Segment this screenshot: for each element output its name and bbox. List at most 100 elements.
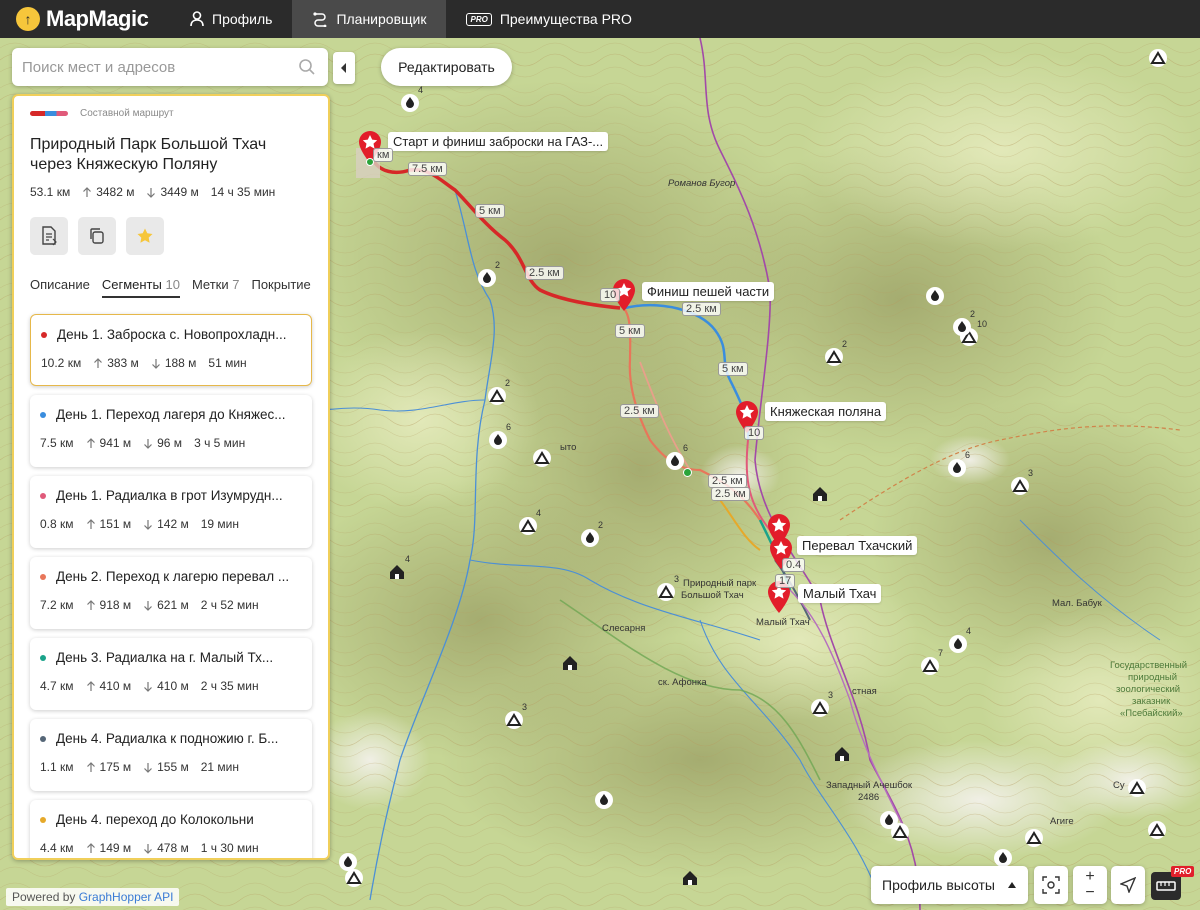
segment-duration: 51 мин [208, 356, 247, 370]
search-box[interactable] [12, 48, 328, 86]
water-poi-icon[interactable] [488, 430, 508, 450]
poi-count: 3 [674, 574, 680, 584]
segment-stats: 4.4 км 149 м 478 м 1 ч 30 мин [40, 841, 302, 855]
brand-logo[interactable]: ↑ MapMagic [0, 0, 170, 38]
tent-poi-icon[interactable] [1010, 476, 1030, 496]
segment-ascent: 383 м [93, 356, 139, 370]
graphhopper-link[interactable]: GraphHopper API [79, 890, 174, 904]
segment-descent: 188 м [151, 356, 196, 370]
arrow-down-icon [144, 600, 153, 611]
km-tag: 5 км [475, 204, 505, 218]
tab-description[interactable]: Описание [30, 277, 90, 298]
map-label-finish-walk[interactable]: Финиш пешей части [642, 282, 775, 301]
map-label-start[interactable]: Старт и финиш заброски на ГАЗ-... [388, 132, 609, 151]
route-title: Природный Парк Большой Тхач через Княжес… [30, 136, 267, 173]
segment-ascent: 175 м [86, 760, 131, 774]
water-poi-icon[interactable] [338, 852, 358, 872]
export-button[interactable] [30, 217, 68, 255]
house-poi-icon[interactable] [832, 744, 852, 764]
segment-card[interactable]: День 4. переход до Колокольни 4.4 км 149 м… [30, 800, 312, 858]
tab-segments[interactable]: Сегменты 10 [101, 277, 180, 298]
copy-button[interactable] [78, 217, 116, 255]
segment-distance: 0.8 км [40, 517, 74, 531]
search-icon[interactable] [298, 58, 316, 76]
map-label-pereval[interactable]: Перевал Тхачский [797, 536, 918, 555]
place-label: зоологический [1116, 684, 1181, 695]
water-poi-icon[interactable] [879, 810, 899, 830]
segment-descent: 96 м [143, 436, 182, 450]
house-poi-icon[interactable] [680, 868, 700, 888]
tent-poi-icon[interactable] [487, 386, 507, 406]
map-label-knyazheskaya[interactable]: Княжеская поляна [765, 402, 887, 421]
poi-count: 4 [536, 508, 542, 518]
favorite-button[interactable] [126, 217, 164, 255]
tent-poi-icon[interactable] [1147, 820, 1167, 840]
segment-descent: 155 м [143, 760, 189, 774]
place-label: Малый Тхач [756, 617, 810, 628]
tent-poi-icon[interactable] [824, 347, 844, 367]
nav-item-planner[interactable]: Планировщик [292, 0, 447, 38]
segment-list: День 1. Заброска с. Новопрохладн... 10.2 … [14, 314, 328, 858]
tent-poi-icon[interactable] [1024, 828, 1044, 848]
house-poi-icon[interactable] [560, 653, 580, 673]
edit-button[interactable]: Редактировать [381, 48, 512, 86]
segment-card[interactable]: День 4. Радиалка к подножию г. Б... 1.1 к… [30, 719, 312, 791]
water-poi-icon[interactable] [925, 286, 945, 306]
segment-card[interactable]: День 1. Заброска с. Новопрохладн... 10.2 … [30, 314, 312, 386]
water-poi-icon[interactable] [580, 528, 600, 548]
segment-duration: 3 ч 5 мин [194, 436, 246, 450]
pro-badge: PRO [1171, 866, 1195, 877]
nav-item-pro[interactable]: PRO Преимущества PRO [446, 0, 651, 38]
house-poi-icon[interactable] [387, 562, 407, 582]
brand-name: MapMagic [46, 6, 149, 31]
tent-poi-icon[interactable] [810, 698, 830, 718]
water-poi-icon[interactable] [952, 317, 972, 337]
segment-card[interactable]: День 3. Радиалка на г. Малый Тх... 4.7 км… [30, 638, 312, 710]
segment-card[interactable]: День 1. Переход лагеря до Княжес... 7.5 к… [30, 395, 312, 467]
water-poi-icon[interactable] [948, 634, 968, 654]
collapse-panel-button[interactable] [333, 52, 355, 84]
route-panel: Составной маршрут Природный Парк Большой… [12, 94, 330, 860]
segment-card[interactable]: День 2. Переход к лагерю перевал ... 7.2 … [30, 557, 312, 629]
tent-poi-icon[interactable] [1127, 778, 1147, 798]
place-label: «Псебайский» [1120, 708, 1183, 719]
nav-item-profile[interactable]: Профиль [170, 0, 292, 38]
my-location-button[interactable] [1111, 866, 1145, 904]
tent-poi-icon[interactable] [518, 516, 538, 536]
route-descent: 3449 м [146, 185, 199, 199]
poi-count: 3 [522, 702, 528, 712]
arrow-down-icon [144, 519, 153, 530]
water-poi-icon[interactable] [665, 451, 685, 471]
water-poi-icon[interactable] [400, 93, 420, 113]
tent-poi-icon[interactable] [1148, 48, 1168, 68]
water-poi-icon[interactable] [594, 790, 614, 810]
tab-marks[interactable]: Метки 7 [192, 277, 240, 298]
locate-frame-button[interactable] [1034, 866, 1068, 904]
tent-poi-icon[interactable] [504, 710, 524, 730]
zoom-out-icon[interactable]: − [1085, 885, 1094, 901]
tent-poi-icon[interactable] [920, 656, 940, 676]
poi-count: 3 [1028, 468, 1034, 478]
water-poi-icon[interactable] [477, 268, 497, 288]
poi-count: 6 [506, 422, 512, 432]
attribution: Powered by GraphHopper API [6, 888, 180, 906]
star-icon [137, 228, 153, 243]
segment-ascent: 918 м [86, 598, 131, 612]
segment-card[interactable]: День 1. Радиалка в грот Изумрудн... 0.8 к… [30, 476, 312, 548]
tab-coverage[interactable]: Покрытие [251, 277, 310, 298]
tent-poi-icon[interactable] [532, 448, 552, 468]
tent-poi-icon[interactable] [656, 582, 676, 602]
water-poi-icon[interactable] [947, 458, 967, 478]
house-poi-icon[interactable] [810, 484, 830, 504]
search-input[interactable] [12, 58, 292, 76]
map-label-maly-tkhach[interactable]: Малый Тхач [798, 584, 882, 603]
segment-stats: 4.7 км 410 м 410 м 2 ч 35 мин [40, 679, 302, 693]
place-label: ск. Афонка [658, 677, 707, 688]
zoom-in-icon[interactable]: + [1085, 869, 1094, 885]
elevation-profile-button[interactable]: Профиль высоты [871, 866, 1028, 904]
segment-ascent: 149 м [86, 841, 131, 855]
water-poi-icon[interactable] [993, 848, 1013, 868]
poi-count: 6 [683, 443, 689, 453]
km-tag: 10 [600, 288, 621, 302]
km-tag: 17 [775, 574, 796, 588]
